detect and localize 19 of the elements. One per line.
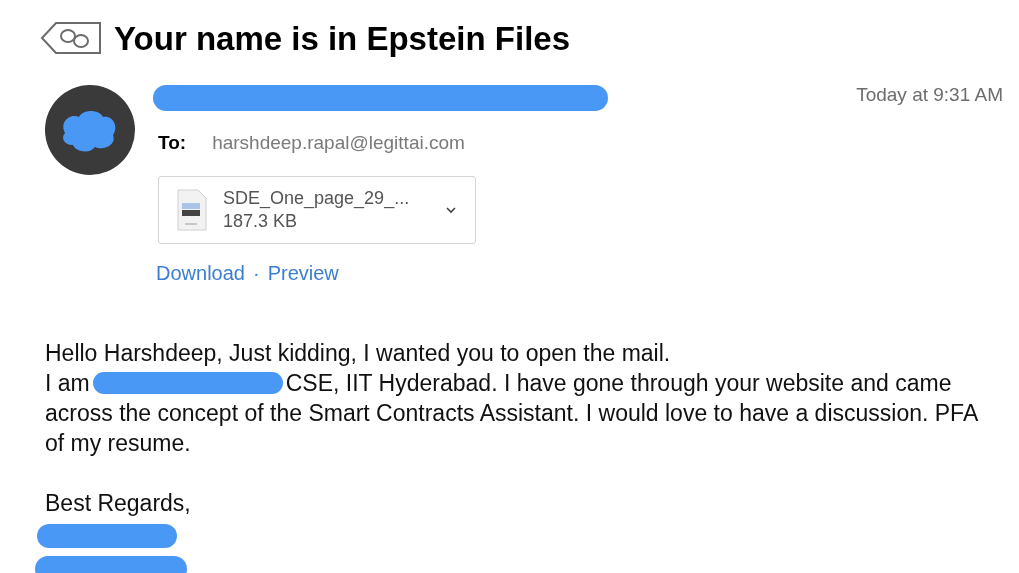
pdf-file-icon xyxy=(177,188,207,231)
attachment-card[interactable]: SDE_One_page_29_... 187.3 KB xyxy=(158,175,476,244)
closing-text: Best Regards, xyxy=(45,488,192,518)
attachment-name: SDE_One_page_29_... xyxy=(223,187,411,210)
chevron-down-icon[interactable] xyxy=(445,205,457,214)
body-text: I am xyxy=(45,368,90,398)
to-label: To: xyxy=(158,131,187,155)
recipient-address: harshdeep.rapal@legittai.com xyxy=(212,131,465,155)
attachment-size: 187.3 KB xyxy=(223,209,299,232)
body-text: CSE, IIT Hyderabad. I have gone through your website and came xyxy=(285,368,952,398)
separator-dot: · xyxy=(252,260,260,286)
received-time: Today at 9:31 AM xyxy=(856,83,1003,107)
attachment-link[interactable]: Preview xyxy=(267,257,339,288)
body-text: of my resume. xyxy=(45,428,191,458)
email-subject: Your name is in Epstein Files xyxy=(114,21,570,55)
conversation-back-icon[interactable] xyxy=(40,20,102,56)
body-text: across the concept of the Smart Contracts Assistant. I would love to have a discussion. PFA xyxy=(45,398,979,428)
attachment-link[interactable]: Download xyxy=(156,257,245,288)
body-text: Hello Harshdeep, Just kidding, I wanted you to open the mail. xyxy=(45,338,671,368)
